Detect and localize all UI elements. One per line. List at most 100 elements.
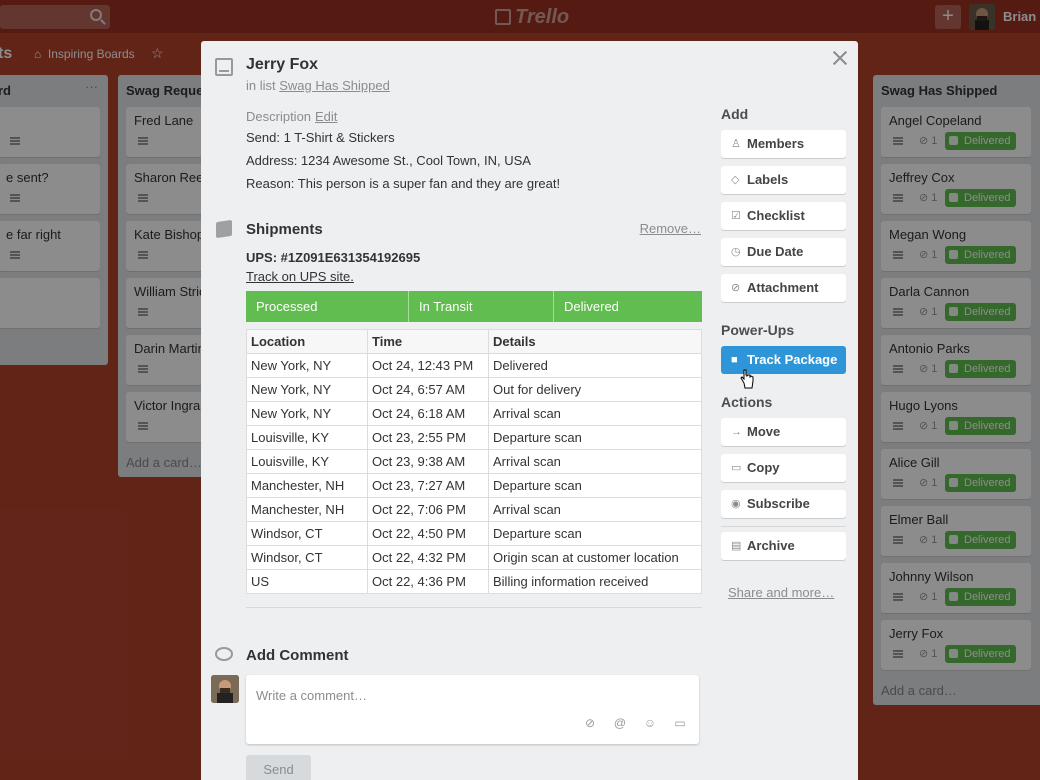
checklist-button[interactable]: ☑ Checklist [721, 202, 846, 230]
copy-button[interactable]: ▭ Copy [721, 454, 846, 482]
copy-icon: ▭ [731, 462, 742, 474]
checklist-icon: ☑ [731, 210, 741, 222]
archive-icon: ▤ [731, 540, 742, 552]
package-icon: ■ [731, 354, 738, 366]
in-list-prefix: in list [246, 78, 276, 93]
button-label: Labels [747, 172, 789, 187]
table-cell: Oct 23, 7:27 AM [367, 473, 489, 498]
emoji-icon[interactable]: ☺ [643, 716, 657, 730]
column-header: Time [367, 329, 489, 354]
in-list-link[interactable]: Swag Has Shipped [279, 78, 390, 93]
card-icon [215, 58, 233, 76]
add-comment-title: Add Comment [246, 647, 349, 664]
avatar-image [211, 675, 239, 703]
card-link-icon[interactable]: ▭ [673, 716, 687, 730]
tracking-number: UPS: #1Z091E631354192695 [246, 250, 421, 265]
table-cell: Out for delivery [488, 377, 702, 402]
table-cell: Oct 23, 9:38 AM [367, 449, 489, 474]
send-button[interactable]: Send [246, 755, 311, 780]
table-cell: Manchester, NH [246, 497, 368, 522]
table-cell: Departure scan [488, 521, 702, 546]
column-header: Location [246, 329, 368, 354]
attachment-button[interactable]: ⊘ Attachment [721, 274, 846, 302]
mention-icon[interactable]: @ [613, 716, 627, 730]
due-date-button[interactable]: ◷ Due Date [721, 238, 846, 266]
table-cell: New York, NY [246, 401, 368, 426]
table-cell: Windsor, CT [246, 545, 368, 570]
table-header-row: Location Time Details [246, 329, 702, 354]
commenter-avatar [211, 675, 239, 703]
table-cell: Arrival scan [488, 401, 702, 426]
table-cell: Delivered [488, 353, 702, 378]
subscribe-button[interactable]: ◉ Subscribe [721, 490, 846, 518]
table-cell: Oct 22, 4:32 PM [367, 545, 489, 570]
comment-icon [215, 647, 233, 661]
table-row: New York, NY Oct 24, 6:57 AM Out for deliv… [246, 377, 702, 402]
description-line: Address: 1234 Awesome St., Cool Town, IN… [246, 153, 531, 168]
remove-shipment-link[interactable]: Remove… [640, 221, 701, 236]
attachment-icon[interactable]: ⊘ [583, 716, 597, 730]
arrow-right-icon: → [731, 426, 742, 438]
label-icon: ◇ [731, 174, 740, 186]
button-label: Members [747, 136, 805, 151]
shipment-status-bar: Processed In Transit Delivered [246, 291, 702, 322]
description-label: Description [246, 109, 312, 124]
table-cell: Oct 23, 2:55 PM [367, 425, 489, 450]
button-label: Move [747, 424, 781, 439]
status-step: Processed [246, 291, 409, 322]
table-row: Manchester, NH Oct 22, 7:06 PM Arrival sca… [246, 497, 702, 522]
shipments-title: Shipments [246, 221, 323, 238]
share-and-more-link[interactable]: Share and more… [728, 585, 834, 600]
comment-box: ⊘ @ ☺ ▭ [246, 675, 699, 744]
button-label: Archive [747, 538, 795, 553]
table-cell: Oct 22, 4:50 PM [367, 521, 489, 546]
table-row: Windsor, CT Oct 22, 4:32 PM Origin scan at… [246, 545, 702, 570]
table-row: Louisville, KY Oct 23, 2:55 PM Departure s… [246, 425, 702, 450]
table-cell: Windsor, CT [246, 521, 368, 546]
table-cell: New York, NY [246, 353, 368, 378]
table-row: New York, NY Oct 24, 6:18 AM Arrival scan [246, 401, 702, 426]
table-cell: Louisville, KY [246, 425, 368, 450]
table-cell: Departure scan [488, 473, 702, 498]
table-cell: Oct 24, 6:57 AM [367, 377, 489, 402]
labels-button[interactable]: ◇ Labels [721, 166, 846, 194]
card-detail-modal: Jerry Fox in list Swag Has Shipped Descr… [201, 41, 858, 780]
move-button[interactable]: → Move [721, 418, 846, 446]
section-divider [246, 607, 702, 608]
eye-icon: ◉ [731, 498, 741, 510]
table-row: US Oct 22, 4:36 PM Billing information rec… [246, 569, 702, 594]
add-heading: Add [721, 106, 749, 122]
table-cell: Oct 24, 12:43 PM [367, 353, 489, 378]
table-cell: Origin scan at customer location [488, 545, 702, 570]
table-row: Manchester, NH Oct 23, 7:27 AM Departure s… [246, 473, 702, 498]
member-icon: ♙ [731, 138, 741, 150]
members-button[interactable]: ♙ Members [721, 130, 846, 158]
button-label: Due Date [747, 244, 804, 259]
in-list-text: in list Swag Has Shipped [246, 78, 390, 93]
description-line: Reason: This person is a super fan and t… [246, 176, 561, 191]
hand-cursor-icon [740, 369, 754, 389]
close-icon[interactable] [831, 49, 849, 67]
table-cell: Billing information received [488, 569, 702, 594]
clock-icon: ◷ [731, 246, 741, 258]
shipment-table: Location Time Details New York, NY Oct 24… [246, 329, 702, 594]
comment-input[interactable] [246, 675, 699, 715]
archive-button[interactable]: ▤ Archive [721, 532, 846, 560]
description-edit-link[interactable]: Edit [315, 109, 337, 124]
track-ups-link[interactable]: Track on UPS site. [246, 269, 354, 284]
table-row: Louisville, KY Oct 23, 9:38 AM Arrival sca… [246, 449, 702, 474]
table-cell: Arrival scan [488, 449, 702, 474]
paperclip-icon: ⊘ [731, 282, 741, 294]
table-cell: Oct 24, 6:18 AM [367, 401, 489, 426]
description-line: Send: 1 T-Shirt & Stickers [246, 130, 395, 145]
button-label: Track Package [747, 352, 838, 367]
table-cell: Departure scan [488, 425, 702, 450]
button-label: Copy [747, 460, 780, 475]
table-row: New York, NY Oct 24, 12:43 PM Delivered [246, 353, 702, 378]
table-cell: Oct 22, 4:36 PM [367, 569, 489, 594]
powerups-heading: Power-Ups [721, 322, 795, 338]
table-cell: US [246, 569, 368, 594]
status-step: In Transit [409, 291, 554, 322]
card-title-heading[interactable]: Jerry Fox [246, 56, 318, 74]
table-cell: Arrival scan [488, 497, 702, 522]
